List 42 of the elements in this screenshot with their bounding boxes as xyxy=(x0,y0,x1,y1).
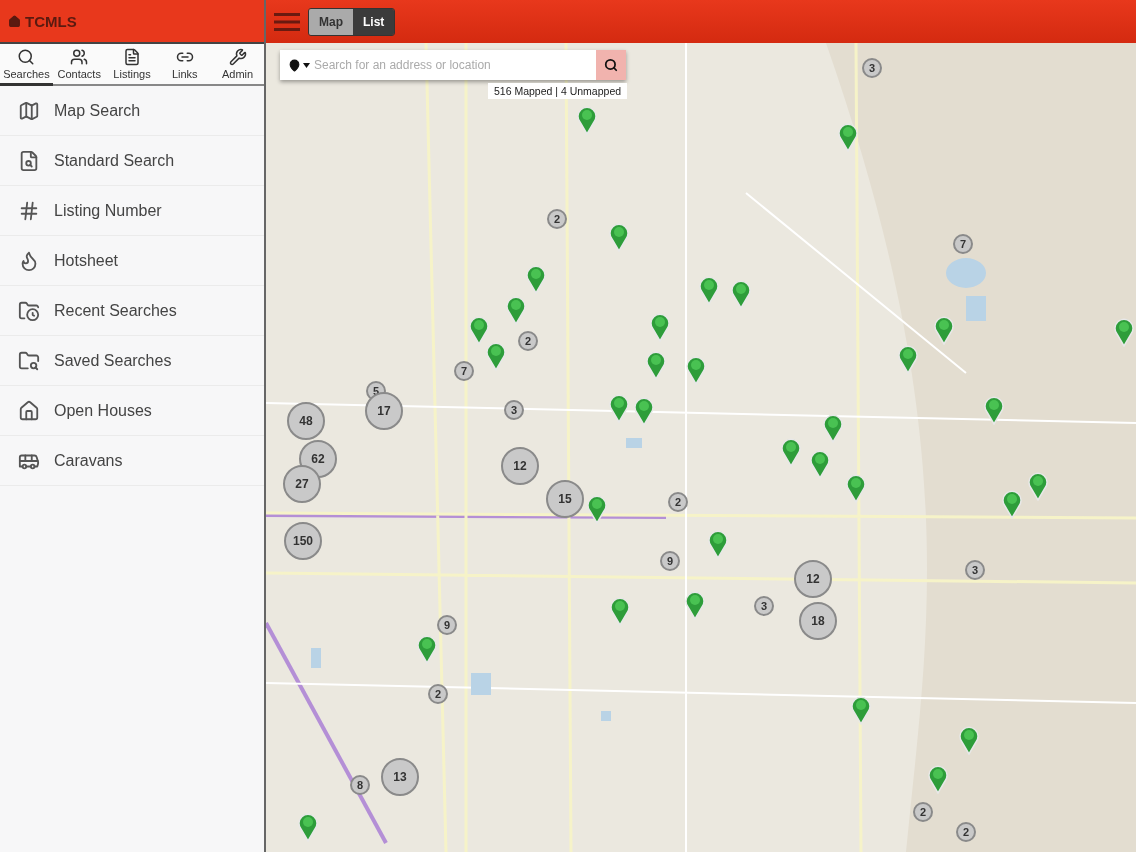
menu-label: Hotsheet xyxy=(54,251,119,270)
document-icon xyxy=(123,48,141,66)
menu-item[interactable]: Saved Searches xyxy=(0,336,264,386)
menu-label: Recent Searches xyxy=(54,301,177,320)
nav-tab[interactable]: Links xyxy=(158,44,212,86)
menu-item[interactable]: Open Houses xyxy=(0,386,264,436)
search-icon xyxy=(17,48,36,66)
menu-label: Listing Number xyxy=(54,201,162,220)
nav-tab[interactable]: Searches xyxy=(0,44,53,86)
menu-item[interactable]: Hotsheet xyxy=(0,236,264,286)
nav-tab[interactable]: Admin xyxy=(211,44,264,86)
folder-clock-icon xyxy=(18,299,40,322)
search-icon xyxy=(604,58,618,72)
menu-icon[interactable] xyxy=(274,11,300,32)
map-status: 516 Mapped | 4 Unmapped xyxy=(488,83,628,99)
menu-label: Map Search xyxy=(54,101,141,120)
caret-icon[interactable] xyxy=(303,62,310,68)
app-title: TCMLS xyxy=(25,12,77,30)
menu-item[interactable]: Standard Search xyxy=(0,136,264,186)
people-icon xyxy=(70,48,89,66)
nav-tab[interactable]: Contacts xyxy=(52,44,106,86)
menu-item[interactable]: Recent Searches xyxy=(0,286,264,336)
home-icon xyxy=(8,14,21,28)
house-icon xyxy=(18,399,40,422)
menu-item[interactable]: Caravans xyxy=(0,436,264,486)
menu-label: Caravans xyxy=(54,451,123,470)
view-toggle[interactable]: List xyxy=(353,8,395,35)
search-bar[interactable]: Search for an address or location xyxy=(280,50,626,80)
menu-item[interactable]: Map Search xyxy=(0,86,264,136)
nav-tab[interactable]: Listings xyxy=(105,44,159,86)
view-toggle[interactable]: Map xyxy=(309,8,353,35)
menu-label: Saved Searches xyxy=(54,351,172,370)
menu-label: Standard Search xyxy=(54,151,175,170)
map-icon xyxy=(18,99,40,122)
menu-item[interactable]: Listing Number xyxy=(0,186,264,236)
search-button[interactable] xyxy=(596,50,626,80)
document-search-icon xyxy=(18,149,40,172)
location-pin-icon[interactable] xyxy=(288,58,301,72)
hash-icon xyxy=(18,199,40,222)
wrench-icon xyxy=(228,48,247,66)
folder-search-icon xyxy=(18,349,40,372)
menu-label: Open Houses xyxy=(54,401,152,420)
